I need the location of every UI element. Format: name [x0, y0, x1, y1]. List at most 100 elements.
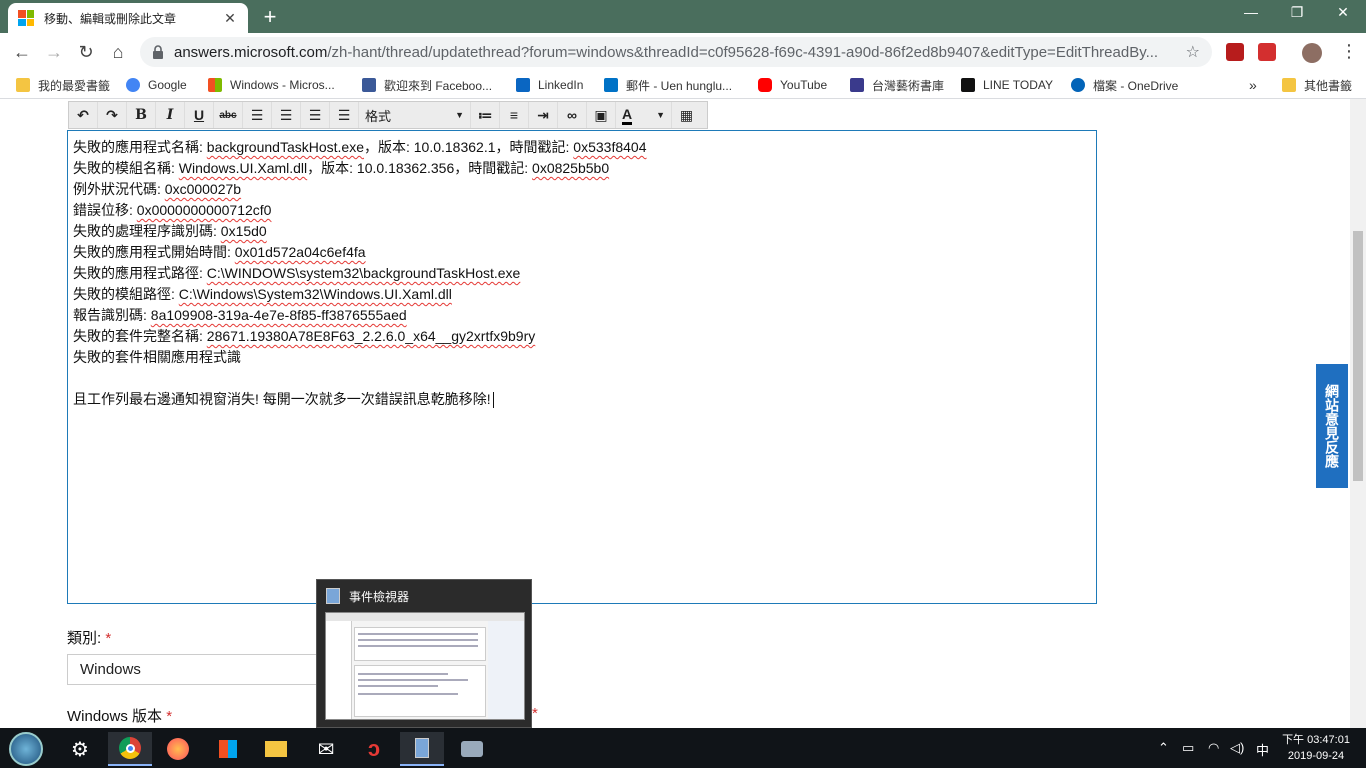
- mail-icon[interactable]: ✉: [304, 732, 348, 766]
- forward-icon[interactable]: →: [42, 41, 66, 63]
- reload-icon[interactable]: ↻: [74, 41, 98, 63]
- bookmark-item[interactable]: LinkedIn: [516, 75, 583, 95]
- thumbnail-title: 事件檢視器: [349, 590, 410, 604]
- tab-close-icon[interactable]: ✕: [222, 10, 238, 27]
- justify-icon[interactable]: ☰: [330, 102, 359, 128]
- bookmark-item[interactable]: YouTube: [758, 75, 827, 95]
- home-icon[interactable]: ⌂: [106, 41, 130, 63]
- other-bookmarks[interactable]: 其他書籤: [1282, 75, 1352, 95]
- bookmark-item[interactable]: 我的最愛書籤: [16, 75, 110, 95]
- chrome-taskbar-icon[interactable]: [108, 732, 152, 766]
- editor-line: 失敗的模組路徑: C:\Windows\System32\Windows.UI.…: [73, 286, 452, 302]
- firefox-taskbar-icon[interactable]: [156, 732, 200, 766]
- onedrive-icon: [1071, 78, 1085, 92]
- url-text: answers.microsoft.com/zh-hant/thread/upd…: [174, 43, 1159, 61]
- editor-line: 失敗的應用程式開始時間: 0x01d572a04c6ef4fa: [73, 244, 366, 260]
- editor-line: 失敗的模組名稱: Windows.UI.Xaml.dll，版本: 10.0.18…: [73, 160, 610, 176]
- google-icon: [126, 78, 140, 92]
- bookmark-item[interactable]: 台灣藝術書庫: [850, 75, 944, 95]
- windows-version-label: Windows 版本 *: [67, 708, 173, 725]
- chevron-up-icon[interactable]: ⌃: [1158, 740, 1169, 756]
- back-icon[interactable]: ←: [10, 41, 34, 63]
- clock-time: 下午 03:47:01: [1282, 734, 1350, 746]
- ime-indicator[interactable]: 中: [1256, 740, 1269, 759]
- extension-icon[interactable]: [1258, 43, 1276, 61]
- bold-icon[interactable]: B: [127, 102, 156, 128]
- wifi-icon[interactable]: ◠: [1208, 740, 1219, 756]
- editor-line: 失敗的套件相關應用程式識: [73, 349, 241, 365]
- taskbar-thumbnail-popup[interactable]: 事件檢視器: [316, 579, 532, 728]
- post-editor[interactable]: 失敗的應用程式名稱: backgroundTaskHost.exe，版本: 10…: [67, 130, 1097, 604]
- scrollbar-thumb[interactable]: [1353, 231, 1363, 481]
- redo-icon[interactable]: ↷: [98, 102, 127, 128]
- battery-icon[interactable]: ▭: [1182, 740, 1194, 756]
- align-center-icon[interactable]: ☰: [272, 102, 301, 128]
- editor-line: 例外狀況代碼: 0xc000027b: [73, 181, 242, 197]
- volume-icon[interactable]: ◁): [1230, 740, 1244, 756]
- bookmark-icon: [850, 78, 864, 92]
- event-viewer-taskbar-icon[interactable]: [400, 732, 444, 766]
- page-scrollbar[interactable]: [1350, 99, 1366, 729]
- link-icon[interactable]: ∞: [558, 102, 587, 128]
- editor-line: 失敗的處理程序識別碼: 0x15d0: [73, 223, 267, 239]
- bookmarks-bar: 我的最愛書籤 Google Windows - Micros... 歡迎來到 F…: [0, 71, 1366, 99]
- align-left-icon[interactable]: ☰: [243, 102, 272, 128]
- undo-icon[interactable]: ↶: [69, 102, 98, 128]
- bullet-list-icon[interactable]: ≔: [471, 102, 500, 128]
- table-icon[interactable]: ▦: [672, 102, 701, 128]
- new-tab-button[interactable]: +: [258, 4, 282, 30]
- address-toolbar: ← → ↻ ⌂ answers.microsoft.com/zh-hant/th…: [0, 33, 1366, 71]
- system-clock[interactable]: 下午 03:47:01 2019-09-24: [1276, 732, 1356, 764]
- app-taskbar-icon[interactable]: ↄ: [352, 732, 396, 766]
- text-color-icon[interactable]: A ▼: [616, 102, 672, 128]
- underline-icon[interactable]: U: [185, 102, 214, 128]
- site-feedback-tab[interactable]: 網站意見反應: [1316, 364, 1348, 488]
- utility-taskbar-icon[interactable]: [450, 732, 494, 766]
- lock-icon: [153, 45, 163, 59]
- bookmarks-more-button[interactable]: »: [1249, 75, 1257, 95]
- bookmark-item[interactable]: Windows - Micros...: [208, 75, 335, 95]
- close-window-button[interactable]: ✕: [1320, 4, 1366, 21]
- editor-line: 失敗的套件完整名稱: 28671.19380A78E8F63_2.2.6.0_x…: [73, 328, 536, 344]
- windows-icon: [208, 78, 222, 92]
- bookmark-item[interactable]: Google: [126, 75, 187, 95]
- italic-icon[interactable]: I: [156, 102, 185, 128]
- settings-gear-icon[interactable]: ⚙: [58, 732, 102, 766]
- tab-title: 移動、編輯或刪除此文章: [44, 11, 177, 26]
- image-icon[interactable]: ▣: [587, 102, 616, 128]
- align-right-icon[interactable]: ☰: [301, 102, 330, 128]
- editor-toolbar: ↶ ↷ B I U abc ☰ ☰ ☰ ☰ 格式 ▼ ≔ ≡ ⇥ ∞ ▣ A ▼ …: [68, 101, 708, 129]
- bookmark-item[interactable]: 歡迎來到 Faceboo...: [362, 75, 492, 95]
- store-taskbar-icon[interactable]: [206, 732, 250, 766]
- minimize-button[interactable]: —: [1228, 4, 1274, 20]
- editor-line: 失敗的應用程式名稱: backgroundTaskHost.exe，版本: 10…: [73, 139, 647, 155]
- category-label: 類別: *: [67, 630, 112, 647]
- profile-avatar[interactable]: [1302, 43, 1322, 63]
- event-viewer-icon: [326, 588, 340, 604]
- microsoft-logo-icon: [18, 10, 34, 26]
- start-button[interactable]: [4, 732, 48, 766]
- address-bar[interactable]: answers.microsoft.com/zh-hant/thread/upd…: [140, 37, 1212, 67]
- editor-blank-line: [73, 368, 1091, 389]
- format-dropdown[interactable]: 格式 ▼: [359, 102, 471, 128]
- clock-date: 2019-09-24: [1287, 750, 1345, 762]
- strikethrough-icon[interactable]: abc: [214, 102, 243, 128]
- youtube-icon: [758, 78, 772, 92]
- indent-icon[interactable]: ⇥: [529, 102, 558, 128]
- browser-tab[interactable]: 移動、編輯或刪除此文章 ✕: [8, 3, 248, 33]
- bookmark-item[interactable]: 檔案 - OneDrive: [1071, 75, 1178, 95]
- bookmark-item[interactable]: LINE TODAY: [961, 75, 1053, 95]
- maximize-button[interactable]: ❐: [1274, 4, 1320, 21]
- editor-line: 失敗的應用程式路徑: C:\WINDOWS\system32\backgroun…: [73, 265, 521, 281]
- folder-icon: [16, 78, 30, 92]
- numbered-list-icon[interactable]: ≡: [500, 102, 529, 128]
- bookmark-star-icon[interactable]: ☆: [1186, 42, 1200, 62]
- bookmark-item[interactable]: 郵件 - Uen hunglu...: [604, 75, 732, 95]
- window-preview: [325, 612, 525, 720]
- facebook-icon: [362, 78, 376, 92]
- linkedin-icon: [516, 78, 530, 92]
- text-caret: [492, 392, 494, 409]
- file-explorer-icon[interactable]: [254, 732, 298, 766]
- menu-icon[interactable]: ⋮: [1340, 41, 1358, 62]
- pdf-extension-icon[interactable]: [1226, 43, 1244, 61]
